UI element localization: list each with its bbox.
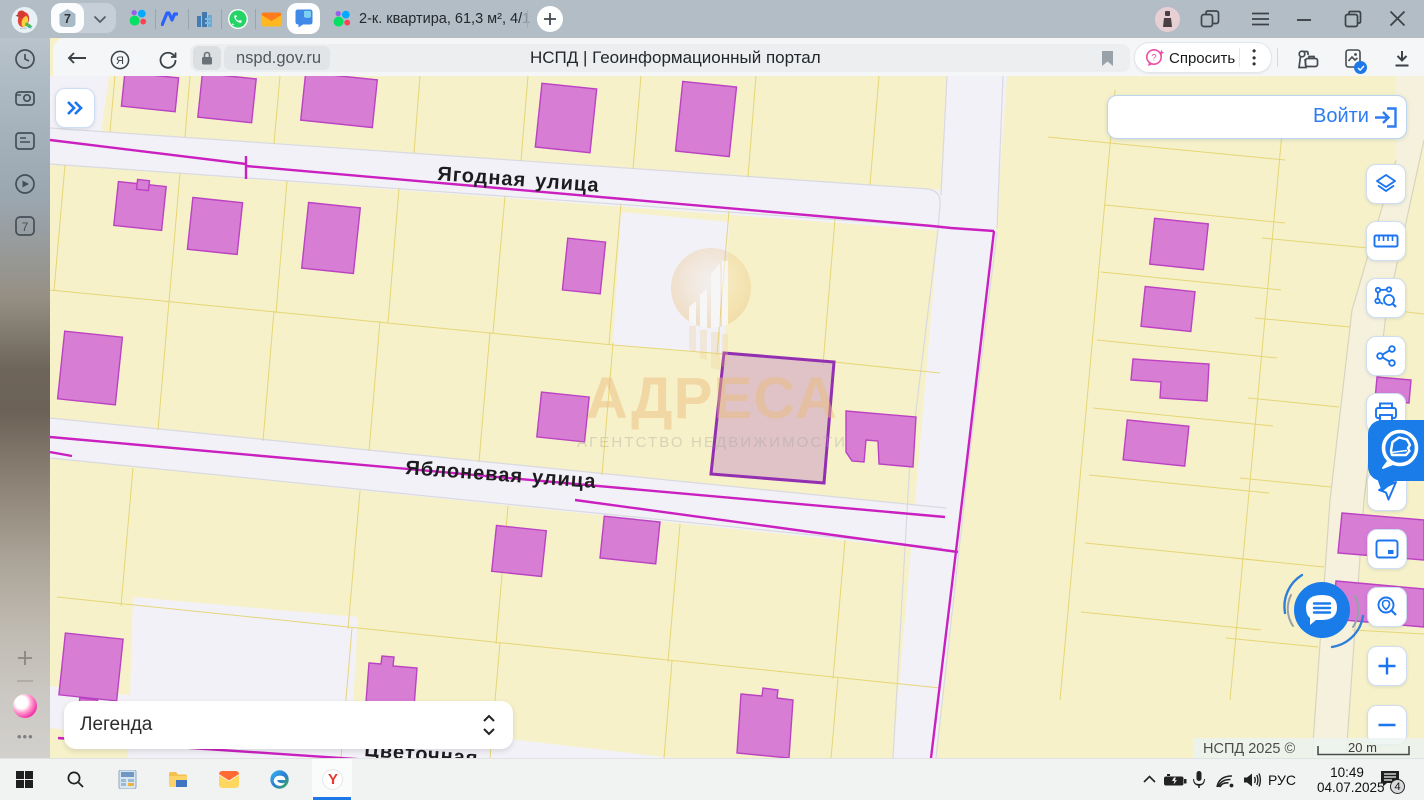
svg-text:АДРЕСА: АДРЕСА [586, 366, 838, 431]
svg-text:Я: Я [116, 55, 124, 67]
svg-text:АГЕНТСТВО НЕДВИЖИМОСТИ: АГЕНТСТВО НЕДВИЖИМОСТИ [577, 434, 847, 451]
svg-text:7: 7 [22, 220, 29, 234]
svg-text:?: ? [1151, 53, 1156, 64]
svg-text:7: 7 [64, 12, 71, 26]
